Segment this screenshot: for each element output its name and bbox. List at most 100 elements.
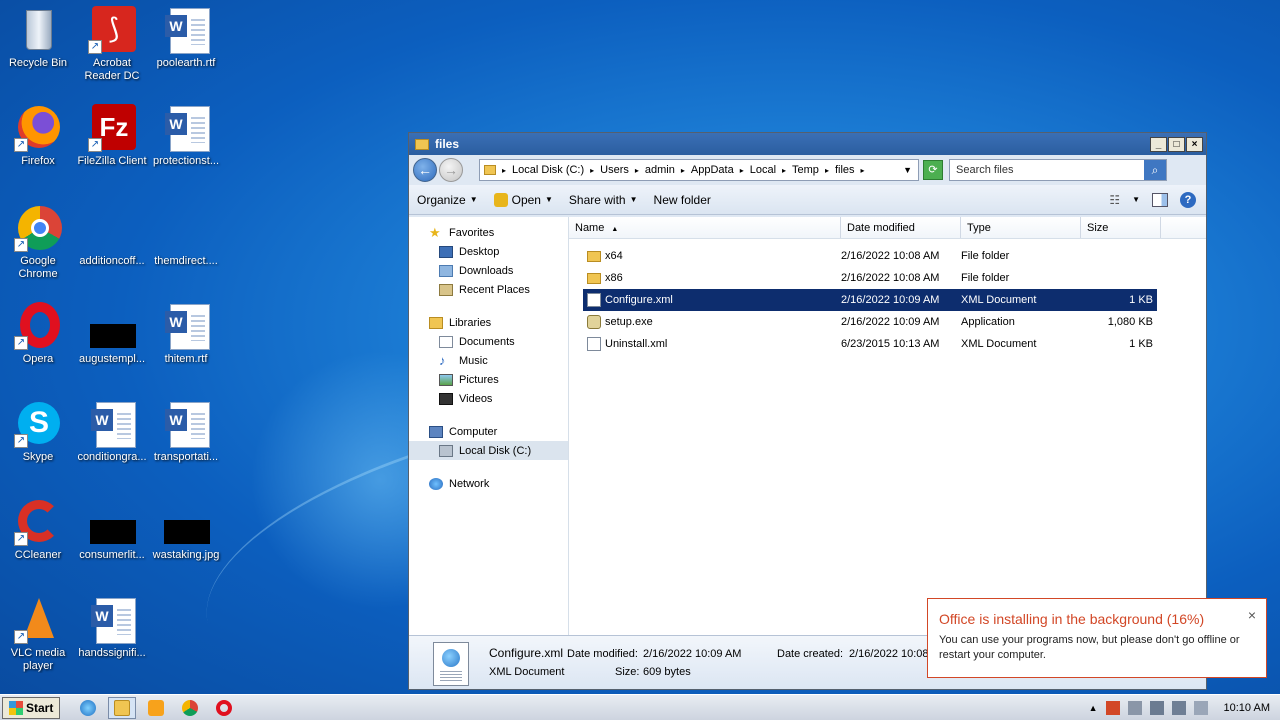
taskbar-media-player[interactable]	[142, 697, 170, 719]
desktop-icon-skype[interactable]: S ↗ Skype	[0, 400, 76, 464]
file-icon	[88, 204, 136, 252]
clock[interactable]: 10:10 AM	[1224, 702, 1270, 714]
search-placeholder: Search files	[956, 164, 1014, 176]
breadcrumb-temp[interactable]: Temp	[792, 164, 819, 176]
xml-file-icon	[587, 293, 601, 307]
nav-favorites[interactable]: ★ Favorites	[409, 223, 568, 242]
desktop-icon-google-chrome[interactable]: ↗ Google Chrome	[0, 204, 76, 281]
desktop-icon-protectionst[interactable]: protectionst...	[148, 104, 224, 168]
word-document-icon	[88, 400, 136, 448]
taskbar-internet-explorer[interactable]	[74, 697, 102, 719]
show-hidden-icons-icon[interactable]: ▲	[1089, 703, 1098, 713]
column-name[interactable]: Name ▲	[569, 217, 841, 238]
desktop-icon-vlc[interactable]: ↗ VLC media player	[0, 596, 76, 673]
nav-music[interactable]: ♪ Music	[409, 351, 568, 370]
desktop-icon-acrobat-reader[interactable]: ⟆ ↗ Acrobat Reader DC	[74, 6, 150, 83]
nav-local-disk[interactable]: Local Disk (C:)	[409, 441, 568, 460]
breadcrumb-local-disk[interactable]: Local Disk (C:)	[512, 164, 584, 176]
nav-recent-places[interactable]: Recent Places	[409, 280, 568, 299]
network-icon[interactable]	[1149, 700, 1164, 715]
back-button[interactable]: ←	[413, 158, 437, 182]
nav-libraries[interactable]: Libraries	[409, 313, 568, 332]
desktop-icon-recycle-bin[interactable]: Recycle Bin	[0, 6, 76, 70]
file-row-uninstall-xml[interactable]: Uninstall.xml 6/23/2015 10:13 AM XML Doc…	[583, 333, 1157, 355]
new-folder-button[interactable]: New folder	[654, 193, 711, 207]
column-date-modified[interactable]: Date modified	[841, 217, 961, 238]
nav-videos[interactable]: Videos	[409, 389, 568, 408]
office-install-notification[interactable]: Office is installing in the background (…	[927, 598, 1267, 678]
filezilla-icon: Fz ↗	[88, 104, 136, 152]
word-document-icon	[162, 104, 210, 152]
address-bar[interactable]: ▸ Local Disk (C:) ▸ Users ▸ admin ▸ AppD…	[479, 159, 919, 181]
desktop-icon-additioncoff[interactable]: additioncoff...	[74, 204, 150, 268]
desktop-icon-poolearth[interactable]: poolearth.rtf	[148, 6, 224, 70]
breadcrumb-local[interactable]: Local	[750, 164, 776, 176]
column-type[interactable]: Type	[961, 217, 1081, 238]
details-modified-label: Date modified:	[567, 648, 638, 660]
recent-places-icon	[439, 283, 453, 296]
view-options-icon[interactable]: ☷	[1109, 193, 1120, 207]
action-center-icon[interactable]	[1127, 700, 1142, 715]
start-label: Start	[26, 700, 54, 715]
desktop-icon-firefox[interactable]: ↗ Firefox	[0, 104, 76, 168]
desktop-icon-ccleaner[interactable]: ↗ CCleaner	[0, 498, 76, 562]
flag-icon[interactable]	[1193, 700, 1208, 715]
desktop-icon-filezilla[interactable]: Fz ↗ FileZilla Client	[74, 104, 150, 168]
desktop-icon-conditiongra[interactable]: conditiongra...	[74, 400, 150, 464]
internet-explorer-icon	[80, 699, 97, 716]
desktop-icon-opera[interactable]: ↗ Opera	[0, 302, 76, 366]
nav-pictures[interactable]: Pictures	[409, 370, 568, 389]
nav-desktop[interactable]: Desktop	[409, 242, 568, 261]
share-with-button[interactable]: Share with ▼	[569, 193, 638, 207]
forward-button[interactable]: →	[439, 158, 463, 182]
nav-network[interactable]: Network	[409, 474, 568, 493]
title-bar[interactable]: files _ □ ×	[409, 133, 1206, 155]
start-button[interactable]: Start	[2, 696, 61, 719]
folder-icon	[587, 250, 601, 262]
word-document-icon	[162, 400, 210, 448]
breadcrumb-appdata[interactable]: AppData	[691, 164, 734, 176]
close-icon[interactable]: ×	[1248, 607, 1256, 623]
breadcrumb-files[interactable]: files	[835, 164, 855, 176]
taskbar-opera[interactable]	[210, 697, 238, 719]
desktop-icon-consumerlit[interactable]: consumerlit...	[74, 498, 150, 562]
desktop-icon-augustempl[interactable]: augustempl...	[74, 302, 150, 366]
nav-computer[interactable]: Computer	[409, 422, 568, 441]
desktop-icon-transportati[interactable]: transportati...	[148, 400, 224, 464]
column-size[interactable]: Size	[1081, 217, 1161, 238]
volume-icon[interactable]	[1171, 700, 1186, 715]
file-row-setup-exe[interactable]: setup.exe 2/16/2022 10:09 AM Application…	[583, 311, 1157, 333]
chevron-down-icon: ▼	[629, 195, 638, 204]
breadcrumb-users[interactable]: Users	[600, 164, 629, 176]
preview-pane-icon[interactable]	[1152, 192, 1168, 207]
file-row-x86[interactable]: x86 2/16/2022 10:08 AM File folder	[583, 267, 1157, 289]
minimize-button[interactable]: _	[1150, 136, 1167, 152]
search-input[interactable]: Search files ⌕	[949, 159, 1167, 181]
nav-documents[interactable]: Documents	[409, 332, 568, 351]
desktop-icon-handssignifi[interactable]: handssignifi...	[74, 596, 150, 660]
close-button[interactable]: ×	[1186, 136, 1203, 152]
refresh-button[interactable]: ⟳	[923, 160, 943, 180]
taskbar-explorer[interactable]	[108, 696, 137, 719]
file-row-configure-xml[interactable]: Configure.xml 2/16/2022 10:09 AM XML Doc…	[583, 289, 1157, 311]
computer-icon	[429, 425, 443, 438]
details-size-label: Size:	[615, 666, 640, 678]
chevron-down-icon[interactable]: ▼	[1132, 195, 1140, 204]
new-folder-label: New folder	[653, 192, 711, 207]
command-bar: Organize ▼ Open ▼ Share with ▼ New folde…	[409, 185, 1206, 215]
open-button[interactable]: Open ▼	[493, 192, 553, 207]
search-icon[interactable]: ⌕	[1144, 160, 1166, 180]
file-row-x64[interactable]: x64 2/16/2022 10:08 AM File folder	[583, 245, 1157, 267]
desktop-icon-themdirect[interactable]: themdirect....	[148, 204, 224, 268]
maximize-button[interactable]: □	[1168, 136, 1185, 152]
desktop-icon	[439, 245, 453, 258]
organize-button[interactable]: Organize ▼	[417, 193, 478, 207]
desktop-icon-wastaking[interactable]: wastaking.jpg	[148, 498, 224, 562]
desktop-icon-thitem[interactable]: thitem.rtf	[148, 302, 224, 366]
breadcrumb-admin[interactable]: admin	[645, 164, 675, 176]
address-dropdown-icon[interactable]: ▼	[903, 165, 912, 175]
nav-downloads[interactable]: Downloads	[409, 261, 568, 280]
help-icon[interactable]: ?	[1180, 191, 1196, 208]
office-icon[interactable]	[1105, 700, 1120, 715]
taskbar-chrome[interactable]	[176, 697, 204, 719]
